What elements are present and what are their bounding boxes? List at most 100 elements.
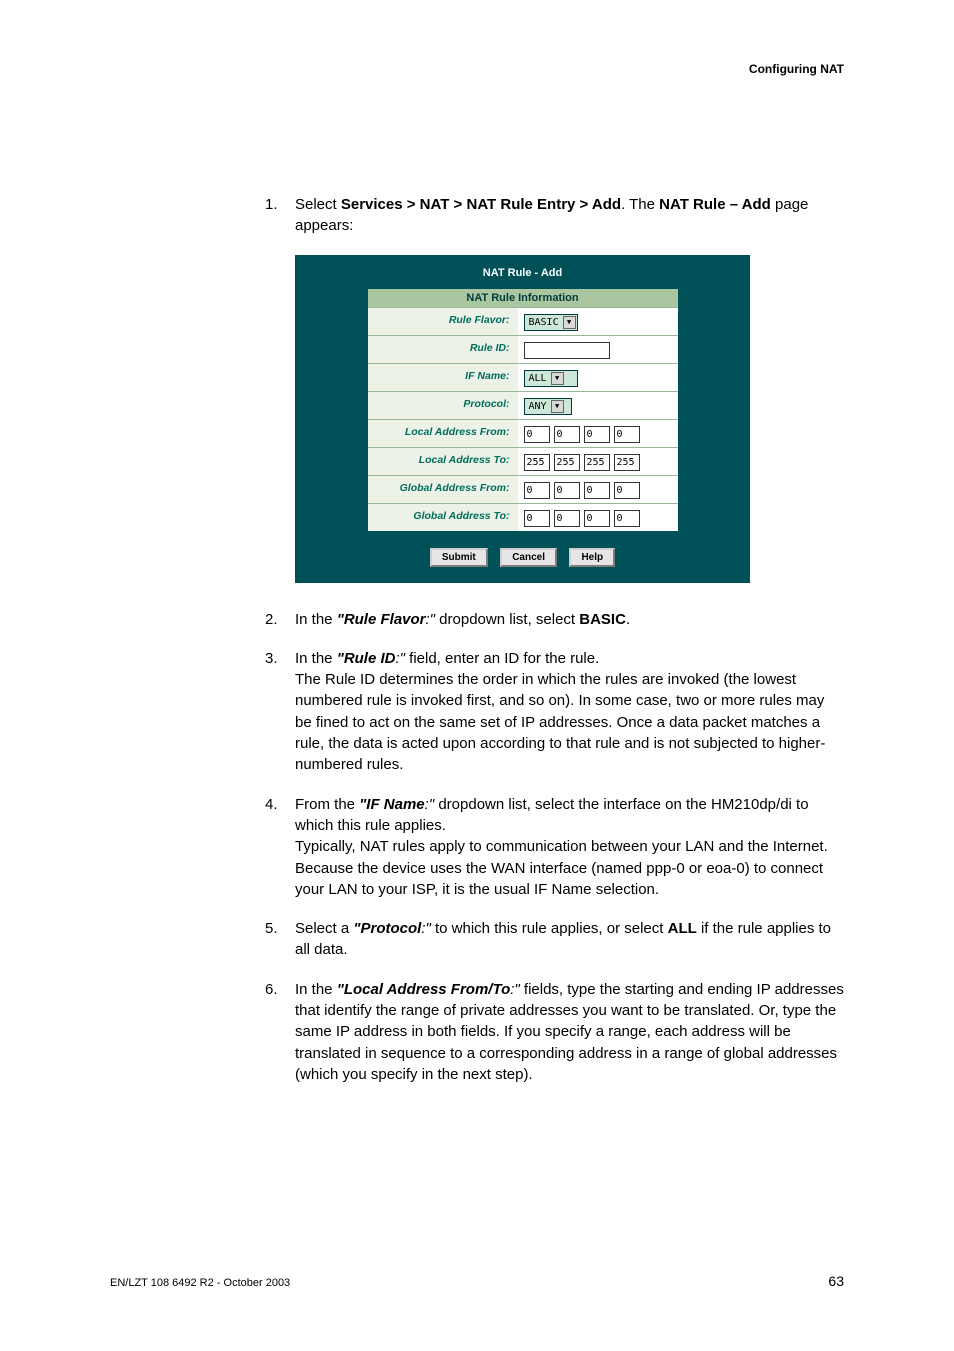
- label-global-addr-to: Global Address To:: [368, 504, 518, 531]
- text: to which this rule applies, or select: [431, 920, 668, 937]
- ip-octet-input[interactable]: 255: [584, 454, 610, 471]
- label-rule-flavor: Rule Flavor:: [368, 308, 518, 335]
- button-row: Submit Cancel Help: [295, 531, 750, 569]
- field-name: "IF Name: [359, 796, 424, 813]
- ip-octet-input[interactable]: 0: [614, 482, 640, 499]
- select-value: BASIC: [525, 317, 563, 328]
- step-2: 2. In the "Rule Flavor:" dropdown list, …: [265, 609, 845, 630]
- label-protocol: Protocol:: [368, 392, 518, 419]
- step-number: 5.: [265, 918, 295, 961]
- nat-rule-add-screenshot: NAT Rule - Add NAT Rule Information Rule…: [295, 255, 845, 583]
- value-cell: 0000: [518, 504, 678, 531]
- ip-octet-input[interactable]: 0: [524, 482, 550, 499]
- ip-octet-input[interactable]: 0: [584, 510, 610, 527]
- label-local-addr-from: Local Address From:: [368, 420, 518, 447]
- punct: :": [425, 796, 435, 813]
- ip-octet-input[interactable]: 0: [554, 510, 580, 527]
- step-4: 4. From the "IF Name:" dropdown list, se…: [265, 794, 845, 900]
- punct: :": [396, 650, 406, 667]
- text: . The: [621, 196, 659, 213]
- dialog-title: NAT Rule - Add: [295, 255, 750, 289]
- ip-octet-input[interactable]: 0: [584, 482, 610, 499]
- step-number: 3.: [265, 648, 295, 776]
- punct: :": [510, 981, 520, 998]
- value-cell: 0000: [518, 420, 678, 447]
- row-if-name: IF Name: ALL ▼: [368, 363, 678, 391]
- ip-octet-input[interactable]: 0: [524, 510, 550, 527]
- cancel-button[interactable]: Cancel: [500, 548, 557, 567]
- page-number: 63: [828, 1273, 844, 1289]
- step-3: 3. In the "Rule ID:" field, enter an ID …: [265, 648, 845, 776]
- step-1: 1. Select Services > NAT > NAT Rule Entr…: [265, 194, 845, 237]
- ip-octet-input[interactable]: 0: [614, 426, 640, 443]
- text: dropdown list, select: [435, 611, 579, 628]
- help-button[interactable]: Help: [569, 548, 615, 567]
- field-name: "Local Address From/To: [337, 981, 511, 998]
- text: field, enter an ID for the rule.: [405, 650, 599, 667]
- field-name: "Protocol: [353, 920, 421, 937]
- label-local-addr-to: Local Address To:: [368, 448, 518, 475]
- row-protocol: Protocol: ANY ▼: [368, 391, 678, 419]
- form-table: NAT Rule Information Rule Flavor: BASIC …: [368, 289, 678, 531]
- if-name-select[interactable]: ALL ▼: [524, 370, 578, 387]
- text: .: [626, 611, 630, 628]
- ip-octet-input[interactable]: 255: [524, 454, 550, 471]
- footer-doc-id: EN/LZT 108 6492 R2 - October 2003: [110, 1277, 290, 1289]
- select-value: ANY: [525, 401, 551, 412]
- ip-octet-input[interactable]: 255: [554, 454, 580, 471]
- ip-octet-input[interactable]: 0: [524, 426, 550, 443]
- label-if-name: IF Name:: [368, 364, 518, 391]
- value-cell: ANY ▼: [518, 392, 678, 419]
- step-number: 1.: [265, 194, 295, 237]
- step-number: 2.: [265, 609, 295, 630]
- step-text: In the "Rule Flavor:" dropdown list, sel…: [295, 609, 845, 630]
- value-cell: 0000: [518, 476, 678, 503]
- field-name: "Rule ID: [337, 650, 396, 667]
- option: BASIC: [579, 611, 626, 628]
- rule-flavor-select[interactable]: BASIC ▼: [524, 314, 578, 331]
- step-5: 5. Select a "Protocol:" to which this ru…: [265, 918, 845, 961]
- text: Select: [295, 196, 341, 213]
- step-number: 6.: [265, 979, 295, 1085]
- ip-octet-input[interactable]: 0: [584, 426, 610, 443]
- value-cell: [518, 336, 678, 363]
- punct: :": [426, 611, 436, 628]
- page-name: NAT Rule – Add: [659, 196, 771, 213]
- text: From the: [295, 796, 359, 813]
- row-global-addr-to: Global Address To: 0000: [368, 503, 678, 531]
- submit-button[interactable]: Submit: [430, 548, 488, 567]
- text: Select a: [295, 920, 353, 937]
- value-cell: ALL ▼: [518, 364, 678, 391]
- ip-octet-input[interactable]: 0: [554, 482, 580, 499]
- value-cell: 255255255255: [518, 448, 678, 475]
- section-header: NAT Rule Information: [368, 289, 678, 307]
- option: ALL: [668, 920, 697, 937]
- page-header: Configuring NAT: [749, 62, 844, 76]
- chevron-down-icon: ▼: [551, 372, 564, 385]
- step-text: In the "Local Address From/To:" fields, …: [295, 979, 845, 1085]
- chevron-down-icon: ▼: [551, 400, 564, 413]
- row-rule-id: Rule ID:: [368, 335, 678, 363]
- text: Typically, NAT rules apply to communicat…: [295, 838, 828, 898]
- step-text: Select a "Protocol:" to which this rule …: [295, 918, 845, 961]
- dialog-panel: NAT Rule - Add NAT Rule Information Rule…: [295, 255, 750, 583]
- rule-id-input[interactable]: [524, 342, 610, 359]
- step-text: From the "IF Name:" dropdown list, selec…: [295, 794, 845, 900]
- row-rule-flavor: Rule Flavor: BASIC ▼: [368, 307, 678, 335]
- text: In the: [295, 981, 337, 998]
- step-6: 6. In the "Local Address From/To:" field…: [265, 979, 845, 1085]
- step-text: Select Services > NAT > NAT Rule Entry >…: [295, 194, 845, 237]
- ip-octet-input[interactable]: 255: [614, 454, 640, 471]
- text: The Rule ID determines the order in whic…: [295, 671, 825, 773]
- nav-path: Services > NAT > NAT Rule Entry > Add: [341, 196, 621, 213]
- row-local-addr-from: Local Address From: 0000: [368, 419, 678, 447]
- step-text: In the "Rule ID:" field, enter an ID for…: [295, 648, 845, 776]
- row-global-addr-from: Global Address From: 0000: [368, 475, 678, 503]
- label-rule-id: Rule ID:: [368, 336, 518, 363]
- protocol-select[interactable]: ANY ▼: [524, 398, 572, 415]
- ip-octet-input[interactable]: 0: [614, 510, 640, 527]
- value-cell: BASIC ▼: [518, 308, 678, 335]
- label-global-addr-from: Global Address From:: [368, 476, 518, 503]
- main-content: 1. Select Services > NAT > NAT Rule Entr…: [265, 194, 845, 1103]
- ip-octet-input[interactable]: 0: [554, 426, 580, 443]
